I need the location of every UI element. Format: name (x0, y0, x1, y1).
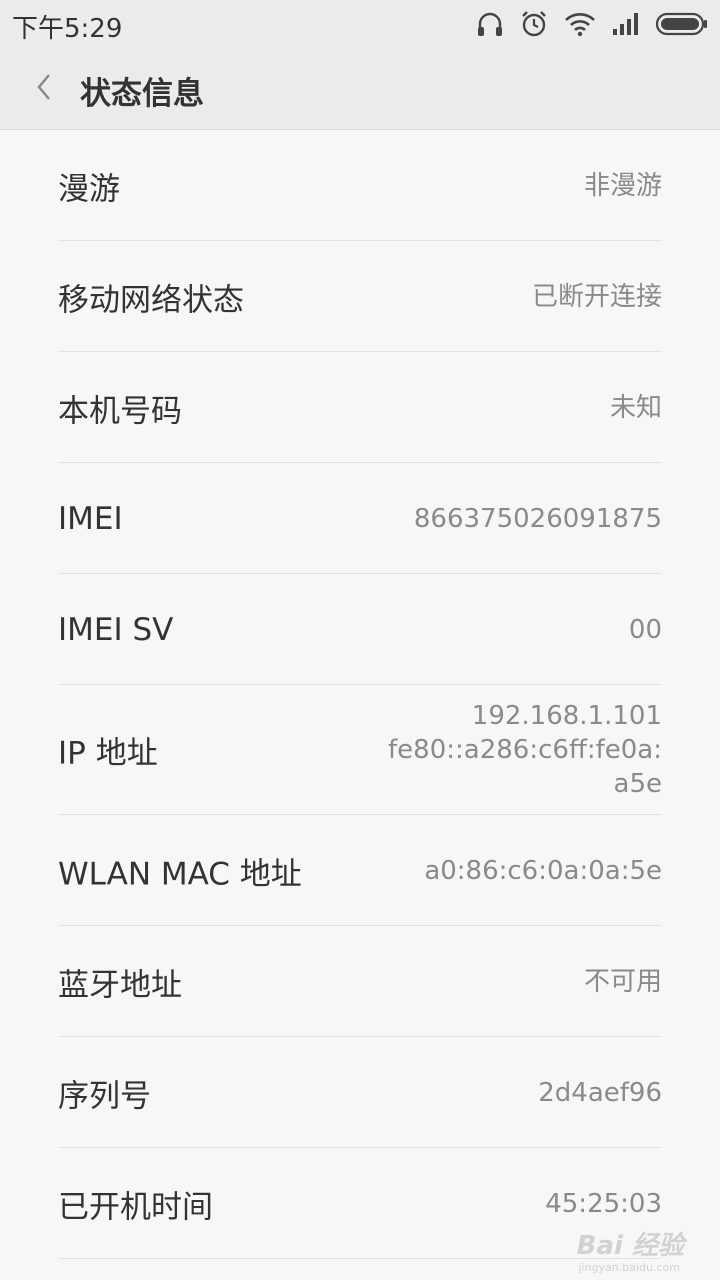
ip-address-line: a5e (613, 769, 662, 799)
alarm-icon (520, 10, 548, 38)
row-label: 蓝牙地址 (58, 967, 182, 1003)
row-value: 2d4aef96 (538, 1077, 662, 1108)
row-label: 本机号码 (58, 393, 182, 429)
row-value: 不可用 (583, 966, 662, 997)
row-value: a0:86:c6:0a:0a:5e (424, 855, 662, 886)
row-phone-number: 本机号码 未知 (0, 352, 720, 463)
row-bluetooth-address: 蓝牙地址 不可用 (0, 926, 720, 1037)
ip-address-line: fe80::a286:c6ff:fe0a: (388, 735, 662, 765)
row-mobile-network-state: 移动网络状态 已断开连接 (0, 241, 720, 352)
row-ip-address: IP 地址 192.168.1.101 fe80::a286:c6ff:fe0a… (0, 685, 720, 815)
status-icons (476, 6, 708, 42)
row-label: 已开机时间 (58, 1189, 213, 1225)
headphones-icon (476, 10, 504, 38)
row-value: 非漫游 (583, 170, 662, 201)
row-value: 未知 (609, 392, 662, 423)
status-bar: 下午5:29 (0, 0, 720, 48)
ip-address-line: 192.168.1.101 (471, 701, 662, 731)
row-label: WLAN MAC 地址 (58, 856, 302, 892)
watermark-url: jingyan.baidu.com (578, 1261, 680, 1274)
chevron-left-icon (34, 72, 54, 106)
row-value: 00 (628, 614, 662, 645)
row-serial-number: 序列号 2d4aef96 (0, 1037, 720, 1148)
status-info-list: 漫游 非漫游 移动网络状态 已断开连接 本机号码 未知 IMEI 8663750… (0, 130, 720, 1259)
page-title: 状态信息 (80, 76, 204, 112)
row-label: IMEI SV (58, 611, 174, 648)
status-time: 下午5:29 (12, 14, 123, 44)
row-label: IMEI (58, 500, 123, 537)
row-label: 漫游 (58, 171, 120, 207)
signal-icon (612, 12, 640, 36)
wifi-icon (564, 11, 596, 37)
row-label: IP 地址 (58, 735, 158, 772)
back-button[interactable] (24, 66, 64, 112)
row-value: 45:25:03 (545, 1188, 662, 1219)
row-label: 移动网络状态 (58, 282, 244, 318)
watermark-logo: Bai 经验 (576, 1231, 684, 1261)
action-bar: 状态信息 (0, 48, 720, 130)
row-value: 866375026091875 (413, 503, 662, 534)
row-imei-sv: IMEI SV 00 (0, 574, 720, 685)
battery-icon (656, 12, 708, 36)
row-label: 序列号 (58, 1078, 151, 1114)
row-imei: IMEI 866375026091875 (0, 463, 720, 574)
row-wlan-mac: WLAN MAC 地址 a0:86:c6:0a:0a:5e (0, 815, 720, 926)
row-roaming: 漫游 非漫游 (0, 130, 720, 241)
row-value: 已断开连接 (531, 281, 662, 312)
row-value: 192.168.1.101 fe80::a286:c6ff:fe0a: a5e (388, 699, 662, 801)
